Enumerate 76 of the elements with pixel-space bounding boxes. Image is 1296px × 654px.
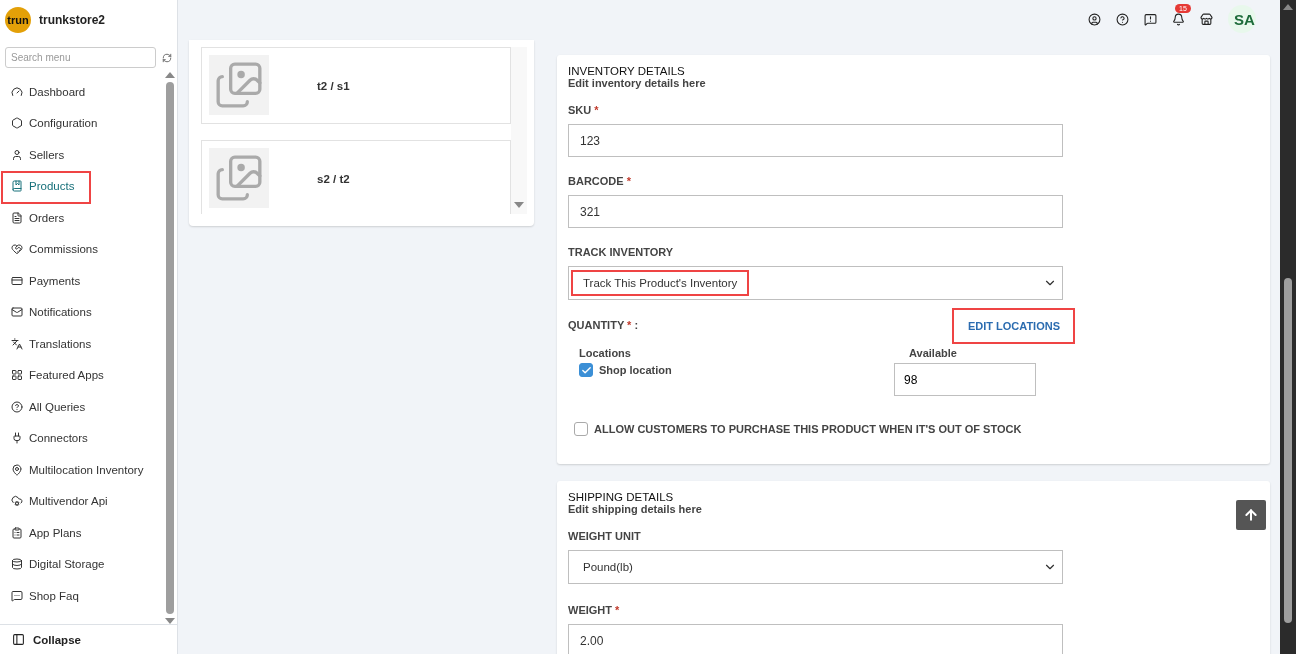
sidebar-item[interactable]: Translations xyxy=(0,328,163,360)
section-title: INVENTORY DETAILS xyxy=(568,65,686,77)
image-placeholder-icon xyxy=(209,148,269,208)
menu-item-icon xyxy=(11,337,23,350)
user-avatar[interactable]: SA xyxy=(1228,5,1256,33)
menu-item-icon xyxy=(11,400,23,413)
oversell-label: ALLOW CUSTOMERS TO PURCHASE THIS PRODUCT WHEN IT'S OUT OF STOCK xyxy=(594,423,1022,435)
bell-icon[interactable] xyxy=(1172,12,1185,26)
sidebar-item[interactable]: All Queries xyxy=(0,391,163,423)
menu-item-icon xyxy=(11,463,23,476)
menu-item-icon xyxy=(11,558,23,571)
sidebar-item[interactable]: Sellers xyxy=(0,139,163,171)
menu-item-icon xyxy=(11,432,23,445)
chat-icon[interactable] xyxy=(1144,12,1157,26)
oversell-checkbox[interactable] xyxy=(574,422,588,436)
help-icon[interactable] xyxy=(1116,12,1129,26)
section-title: SHIPPING DETAILS xyxy=(568,491,675,503)
sidebar-item[interactable]: Orders xyxy=(0,202,163,234)
weight-field[interactable]: 2.00 xyxy=(568,624,1063,654)
sidebar-item[interactable]: Commissions xyxy=(0,233,163,265)
menu-item-icon xyxy=(11,85,23,98)
menu-item-icon xyxy=(11,589,23,602)
variant-item[interactable]: s2 / t2 xyxy=(201,140,511,214)
sidebar-item[interactable]: Connectors xyxy=(0,422,163,454)
variant-item[interactable]: t2 / s1 xyxy=(201,47,511,124)
edit-locations-link[interactable]: EDIT LOCATIONS xyxy=(951,308,1075,344)
menu-item-icon xyxy=(11,211,23,224)
weight-unit-select[interactable]: Pound(lb) xyxy=(568,550,1063,584)
menu-item-icon xyxy=(11,526,23,539)
section-subtitle: Edit inventory details here xyxy=(568,77,707,89)
page-scrollbar[interactable] xyxy=(1280,0,1296,654)
refresh-icon[interactable] xyxy=(162,52,172,63)
sidebar-item[interactable]: Products xyxy=(0,170,163,202)
location-checkbox[interactable] xyxy=(579,363,593,377)
store-icon[interactable] xyxy=(1200,12,1213,26)
sidebar-item[interactable]: Digital Storage xyxy=(0,548,163,580)
search-field[interactable]: Search menu xyxy=(5,47,156,68)
panel-left-icon xyxy=(12,633,25,646)
sku-field[interactable]: 123 xyxy=(568,124,1063,157)
sidebar-item[interactable]: Shop Faq xyxy=(0,580,163,612)
menu-item-icon xyxy=(11,274,23,287)
field-label: WEIGHT UNIT xyxy=(568,530,642,542)
barcode-field[interactable]: 321 xyxy=(568,195,1063,228)
store-avatar: trun xyxy=(5,7,31,33)
menu-item-icon xyxy=(11,243,23,256)
sidebar-item[interactable]: Multilocation Inventory xyxy=(0,454,163,486)
user-icon[interactable] xyxy=(1088,12,1101,26)
scroll-to-top-button[interactable] xyxy=(1236,500,1266,530)
menu-item-icon xyxy=(11,180,23,193)
available-field[interactable]: 98 xyxy=(894,363,1036,396)
image-placeholder-icon xyxy=(209,55,269,115)
field-label: WEIGHT * xyxy=(568,604,621,616)
field-label: SKU * xyxy=(568,104,600,116)
track-inventory-select[interactable]: Track This Product's Inventory xyxy=(568,266,1063,300)
field-label: QUANTITY * : xyxy=(568,319,639,331)
menu-item-icon xyxy=(11,369,23,382)
sidebar-item[interactable]: Payments xyxy=(0,265,163,297)
sidebar-item[interactable]: Featured Apps xyxy=(0,359,163,391)
field-label: BARCODE * xyxy=(568,175,632,187)
column-header: Locations xyxy=(579,347,632,359)
field-label: TRACK INVENTORY xyxy=(568,246,675,258)
scrollbar[interactable] xyxy=(163,72,177,624)
menu-item-icon xyxy=(11,117,23,130)
sidebar-item[interactable]: Dashboard xyxy=(0,76,163,108)
sidebar-item[interactable]: Multivendor Api xyxy=(0,485,163,517)
location-name: Shop location xyxy=(599,364,672,376)
menu-item-icon xyxy=(11,495,23,508)
store-name: trunkstore2 xyxy=(39,13,106,27)
menu-item-icon xyxy=(11,306,23,319)
section-subtitle: Edit shipping details here xyxy=(568,503,703,515)
sidebar-item[interactable]: Notifications xyxy=(0,296,163,328)
menu-item-icon xyxy=(11,148,23,161)
sidebar-item[interactable]: Configuration xyxy=(0,107,163,139)
scroll-down-arrow-icon[interactable] xyxy=(514,202,524,208)
column-header: Available xyxy=(909,347,958,359)
sidebar-item[interactable]: App Plans xyxy=(0,517,163,549)
